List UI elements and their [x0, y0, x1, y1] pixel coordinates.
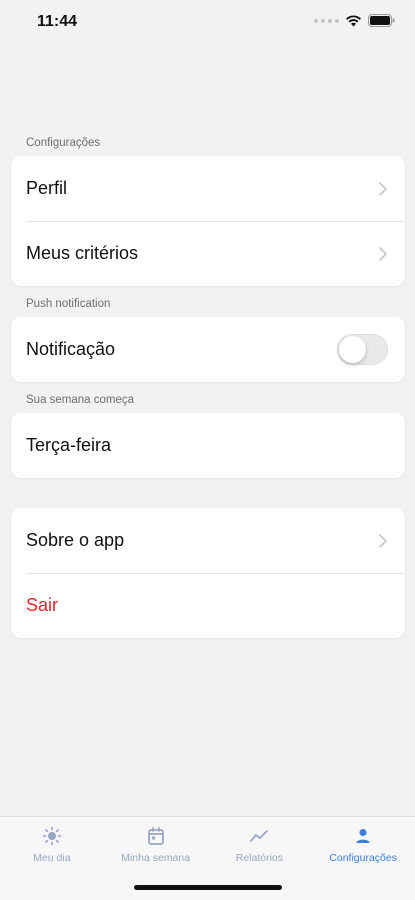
wifi-icon [346, 14, 361, 26]
section-header-configuracoes: Configurações [26, 137, 101, 149]
sobre-label: Sobre o app [26, 530, 125, 550]
sobre-row[interactable]: Sobre o app [11, 508, 405, 573]
battery-icon [368, 14, 395, 27]
status-bar: 11:44 [0, 0, 415, 44]
settings-card: Perfil Meus critérios [11, 156, 405, 286]
calendar-icon [147, 827, 164, 845]
tab-label: Relatórios [235, 852, 284, 864]
meus-criterios-label: Meus critérios [26, 243, 139, 263]
meus-criterios-row[interactable]: Meus critérios [11, 221, 405, 286]
tab-label: Configurações [329, 852, 397, 864]
toggle-knob [339, 336, 366, 363]
about-card: Sobre o app Sair [11, 508, 405, 638]
notificacao-toggle[interactable] [337, 334, 388, 365]
signal-icon [314, 18, 339, 23]
perfil-label: Perfil [26, 178, 68, 198]
tab-label: Meu dia [33, 852, 71, 864]
push-card: Notificação [11, 317, 405, 382]
sun-icon [42, 826, 62, 846]
sair-label: Sair [26, 595, 59, 615]
chevron-right-icon [379, 181, 387, 196]
week-start-row[interactable]: Terça-feira [11, 413, 405, 478]
chevron-right-icon [379, 246, 387, 261]
status-time: 11:44 [37, 13, 78, 30]
notificacao-label: Notificação [26, 339, 116, 359]
week-start-card: Terça-feira [11, 413, 405, 478]
section-header-push: Push notification [26, 298, 111, 310]
notificacao-row: Notificação [11, 317, 405, 382]
sair-row[interactable]: Sair [11, 573, 405, 638]
perfil-row[interactable]: Perfil [11, 156, 405, 221]
section-header-semana: Sua semana começa [26, 394, 135, 406]
week-start-label: Terça-feira [26, 435, 112, 455]
home-indicator [134, 885, 282, 890]
user-icon [356, 829, 370, 843]
chevron-right-icon [379, 533, 387, 548]
tab-label: Minha semana [121, 852, 191, 864]
tab-meu-dia[interactable]: Meu dia [0, 817, 104, 900]
chart-line-icon [250, 830, 269, 842]
status-icons [314, 14, 395, 27]
tab-configuracoes[interactable]: Configurações [311, 817, 415, 900]
